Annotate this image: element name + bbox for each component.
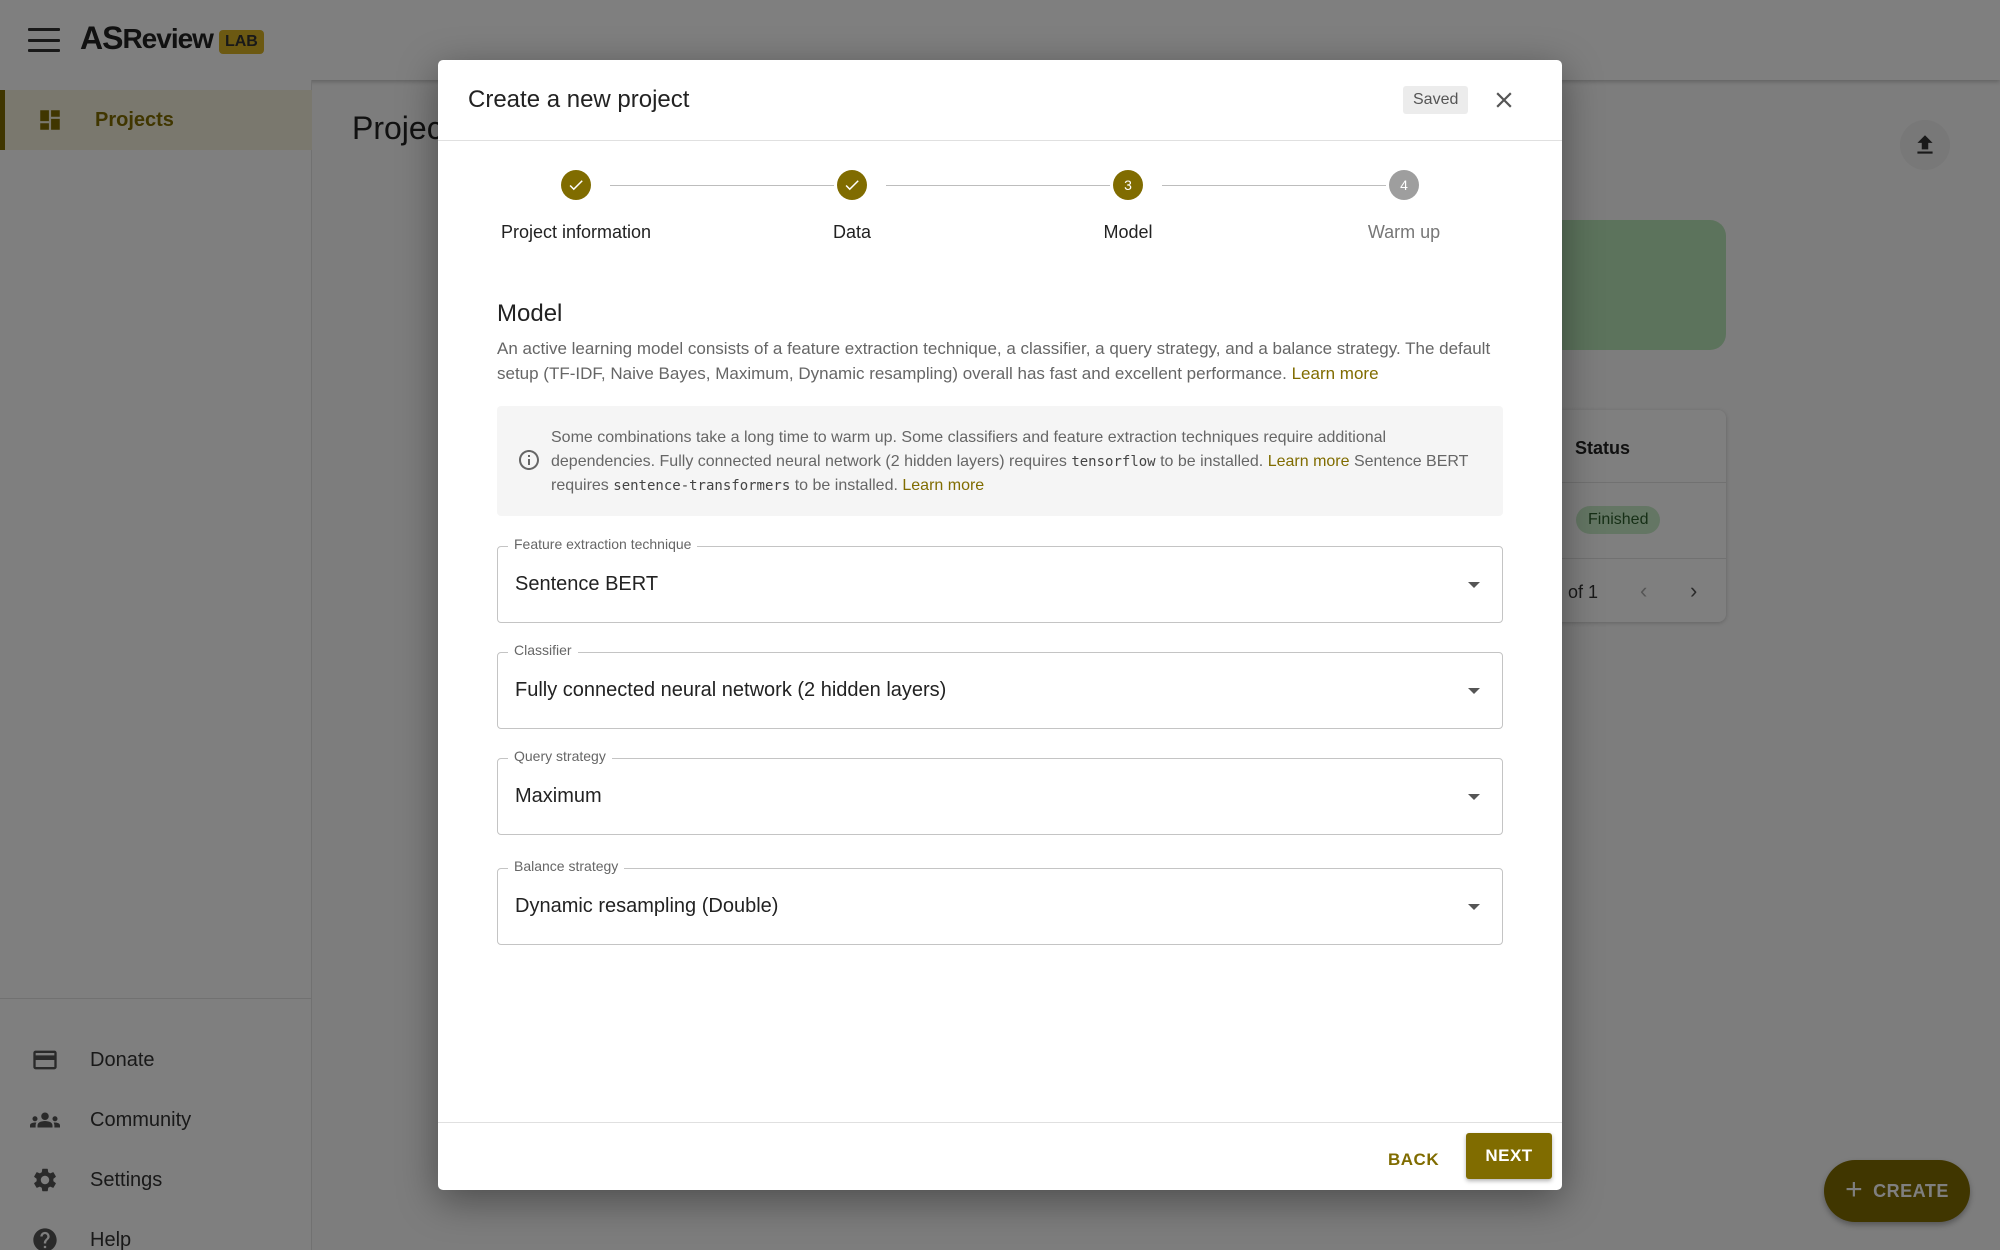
field-value: Sentence BERT: [515, 573, 659, 595]
check-icon: [837, 170, 867, 200]
step-label: Project information: [500, 222, 652, 242]
code-sentence-transformers: sentence-transformers: [613, 478, 791, 494]
saved-indicator: Saved: [1403, 86, 1469, 114]
info-alert: Some combinations take a long time to wa…: [497, 406, 1503, 516]
info-text: Some combinations take a long time to wa…: [551, 426, 1481, 499]
dialog-header: Create a new project Saved: [438, 60, 1562, 141]
close-icon: [1496, 92, 1512, 108]
step-label: Warm up: [1367, 222, 1441, 242]
section-title: Model: [497, 300, 563, 327]
next-button[interactable]: NEXT: [1466, 1133, 1552, 1179]
dropdown-arrow-icon: [1468, 688, 1480, 694]
classifier-select[interactable]: Classifier Fully connected neural networ…: [497, 642, 1503, 729]
step-number: 3: [1113, 170, 1143, 200]
field-label: Query strategy: [508, 748, 612, 764]
field-label: Feature extraction technique: [508, 536, 698, 552]
info-icon: [519, 450, 539, 470]
query-strategy-select[interactable]: Query strategy Maximum: [497, 748, 1503, 835]
code-tensorflow: tensorflow: [1071, 453, 1156, 470]
field-value: Maximum: [515, 785, 602, 807]
section-description: An active learning model consists of a f…: [497, 336, 1497, 386]
dropdown-arrow-icon: [1468, 904, 1480, 910]
back-button[interactable]: BACK: [1378, 1138, 1449, 1182]
check-icon: [561, 170, 591, 200]
step-number: 4: [1389, 170, 1419, 200]
learn-more-link[interactable]: Learn more: [1268, 453, 1350, 470]
info-text-part: to be installed.: [794, 477, 898, 494]
step-label: Data: [832, 222, 872, 242]
dropdown-arrow-icon: [1468, 794, 1480, 800]
info-text-part: to be installed.: [1160, 452, 1264, 470]
dropdown-arrow-icon: [1468, 582, 1480, 588]
field-value: Dynamic resampling (Double): [515, 895, 779, 917]
field-label: Balance strategy: [508, 858, 625, 874]
step-label: Model: [1103, 222, 1153, 242]
balance-strategy-select[interactable]: Balance strategy Dynamic resampling (Dou…: [497, 858, 1503, 945]
field-value: Fully connected neural network (2 hidden…: [515, 679, 947, 701]
dialog-title: Create a new project: [468, 86, 690, 113]
learn-more-link[interactable]: Learn more: [1292, 364, 1379, 383]
close-button[interactable]: [1486, 82, 1522, 118]
dialog-footer: BACK NEXT: [438, 1122, 1562, 1190]
field-label: Classifier: [508, 642, 578, 658]
learn-more-link[interactable]: Learn more: [902, 477, 984, 494]
create-project-dialog: Create a new project Saved Project infor…: [438, 60, 1562, 1190]
feature-extraction-select[interactable]: Feature extraction technique Sentence BE…: [497, 536, 1503, 623]
